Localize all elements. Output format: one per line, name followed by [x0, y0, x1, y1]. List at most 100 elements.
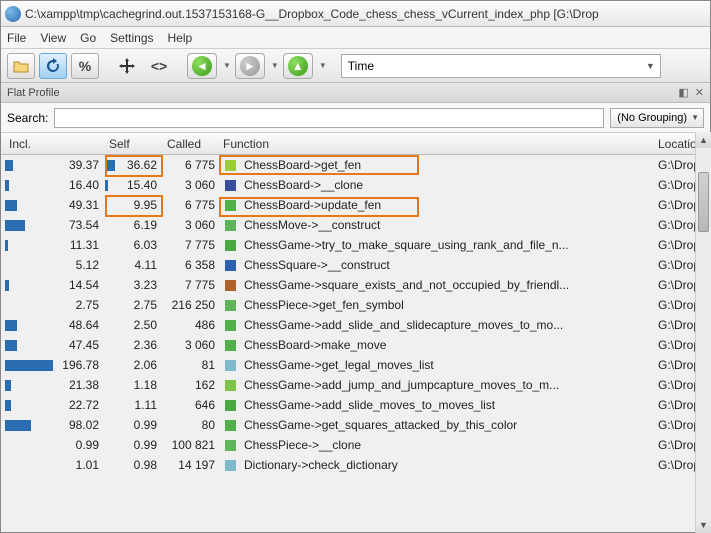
vertical-scrollbar[interactable]: ▲ ▼: [695, 132, 711, 533]
table-row[interactable]: 39.3736.626 775ChessBoard->get_fenG:\Dro…: [1, 155, 710, 175]
diamond-button[interactable]: <>: [145, 53, 173, 79]
self-value: 15.40: [127, 178, 157, 192]
table-row[interactable]: 14.54 3.23 7 775 ChessGame->square_exists_a…: [1, 275, 710, 295]
table-row[interactable]: 47.452.363 060ChessBoard->make_moveG:\Dr…: [1, 335, 710, 355]
profile-table: Incl. Self Called Function Locatio 39.37…: [1, 133, 710, 475]
color-swatch-icon: [225, 180, 236, 191]
table-row[interactable]: 21.381.18162ChessGame->add_jump_and_jump…: [1, 375, 710, 395]
called-value: 6 775: [163, 195, 219, 215]
function-name: Dictionary->check_dictionary: [244, 458, 398, 472]
incl-value: 22.72: [69, 398, 99, 412]
color-swatch-icon: [225, 160, 236, 171]
self-value: 9.95: [134, 198, 157, 212]
table-row[interactable]: 22.721.11646ChessGame->add_slide_moves_t…: [1, 395, 710, 415]
function-name: ChessBoard->__clone: [244, 178, 363, 192]
self-value: 36.62: [127, 158, 157, 172]
chevron-down-icon[interactable]: ▼: [271, 61, 279, 70]
incl-value: 1.01: [76, 458, 99, 472]
color-swatch-icon: [225, 200, 236, 211]
table-row[interactable]: 1.010.9814 197Dictionary->check_dictiona…: [1, 455, 710, 475]
incl-value: 39.37: [69, 158, 99, 172]
table-row[interactable]: 49.319.956 775ChessBoard->update_fenG:\D…: [1, 195, 710, 215]
col-function[interactable]: Function: [219, 133, 654, 154]
color-swatch-icon: [225, 420, 236, 431]
called-value: 162: [163, 375, 219, 395]
nav-forward-button[interactable]: ►: [235, 53, 265, 79]
called-value: 3 060: [163, 215, 219, 235]
self-value: 2.75: [134, 298, 157, 312]
menu-view[interactable]: View: [40, 31, 66, 45]
grouping-select[interactable]: (No Grouping): [610, 108, 704, 128]
function-name: ChessBoard->make_move: [244, 338, 386, 352]
table-row[interactable]: 11.316.037 775ChessGame->try_to_make_squ…: [1, 235, 710, 255]
color-swatch-icon: [225, 300, 236, 311]
toolbar: % <> ◄ ▼ ► ▼ ▲ ▼ Time: [1, 49, 710, 83]
color-swatch-icon: [225, 460, 236, 471]
self-value: 3.23: [134, 278, 157, 292]
percent-button[interactable]: %: [71, 53, 99, 79]
table-row[interactable]: 16.4015.403 060ChessBoard->__cloneG:\Dro…: [1, 175, 710, 195]
color-swatch-icon: [225, 320, 236, 331]
incl-value: 73.54: [69, 218, 99, 232]
nav-up-button[interactable]: ▲: [283, 53, 313, 79]
called-value: 7 775: [163, 275, 219, 295]
function-name: ChessSquare->__construct: [244, 258, 390, 272]
menu-go[interactable]: Go: [80, 31, 96, 45]
incl-value: 14.54: [69, 278, 99, 292]
incl-value: 196.78: [62, 358, 99, 372]
search-input[interactable]: [54, 108, 604, 128]
move-icon[interactable]: [113, 53, 141, 79]
function-name: ChessGame->square_exists_and_not_occupie…: [244, 278, 569, 292]
function-name: ChessGame->add_slide_moves_to_moves_list: [244, 398, 495, 412]
menu-help[interactable]: Help: [168, 31, 193, 45]
chevron-down-icon[interactable]: ▼: [223, 61, 231, 70]
incl-value: 49.31: [69, 198, 99, 212]
table-row[interactable]: 48.642.50486ChessGame->add_slide_and_sli…: [1, 315, 710, 335]
self-value: 2.50: [134, 318, 157, 332]
incl-value: 21.38: [69, 378, 99, 392]
nav-back-button[interactable]: ◄: [187, 53, 217, 79]
color-swatch-icon: [225, 280, 236, 291]
undock-icon[interactable]: ◧: [678, 86, 688, 99]
app-icon: [5, 6, 21, 22]
col-self[interactable]: Self: [105, 133, 163, 154]
scroll-up-icon[interactable]: ▲: [696, 132, 711, 148]
self-value: 0.99: [134, 418, 157, 432]
open-folder-button[interactable]: [7, 53, 35, 79]
self-value: 1.18: [134, 378, 157, 392]
table-row[interactable]: 196.782.0681ChessGame->get_legal_moves_l…: [1, 355, 710, 375]
col-incl[interactable]: Incl.: [5, 133, 105, 154]
color-swatch-icon: [225, 240, 236, 251]
color-swatch-icon: [225, 400, 236, 411]
chevron-down-icon[interactable]: ▼: [319, 61, 327, 70]
incl-value: 11.31: [70, 238, 99, 252]
color-swatch-icon: [225, 340, 236, 351]
incl-value: 47.45: [69, 338, 99, 352]
scroll-thumb[interactable]: [698, 172, 709, 232]
function-name: ChessPiece->__clone: [244, 438, 361, 452]
close-panel-icon[interactable]: ✕: [695, 86, 704, 99]
col-called[interactable]: Called: [163, 133, 219, 154]
incl-value: 48.64: [69, 318, 99, 332]
table-row[interactable]: 5.124.116 358ChessSquare->__constructG:\…: [1, 255, 710, 275]
color-swatch-icon: [225, 220, 236, 231]
called-value: 6 775: [163, 155, 219, 175]
scroll-down-icon[interactable]: ▼: [696, 517, 711, 533]
incl-value: 16.40: [69, 178, 99, 192]
window-title: C:\xampp\tmp\cachegrind.out.1537153168-G…: [25, 7, 599, 21]
metric-select[interactable]: Time: [341, 54, 661, 78]
table-row[interactable]: 98.020.9980ChessGame->get_squares_attack…: [1, 415, 710, 435]
function-name: ChessGame->get_legal_moves_list: [244, 358, 434, 372]
self-value: 0.99: [134, 438, 157, 452]
reload-button[interactable]: [39, 53, 67, 79]
called-value: 3 060: [163, 335, 219, 355]
table-row[interactable]: 0.990.99100 821ChessPiece->__cloneG:\Dro…: [1, 435, 710, 455]
menu-settings[interactable]: Settings: [110, 31, 153, 45]
incl-value: 2.75: [76, 298, 99, 312]
table-row[interactable]: 73.546.193 060ChessMove->__constructG:\D…: [1, 215, 710, 235]
incl-value: 5.12: [76, 258, 99, 272]
table-row[interactable]: 2.752.75216 250ChessPiece->get_fen_symbo…: [1, 295, 710, 315]
color-swatch-icon: [225, 440, 236, 451]
called-value: 6 358: [163, 255, 219, 275]
menu-file[interactable]: File: [7, 31, 26, 45]
